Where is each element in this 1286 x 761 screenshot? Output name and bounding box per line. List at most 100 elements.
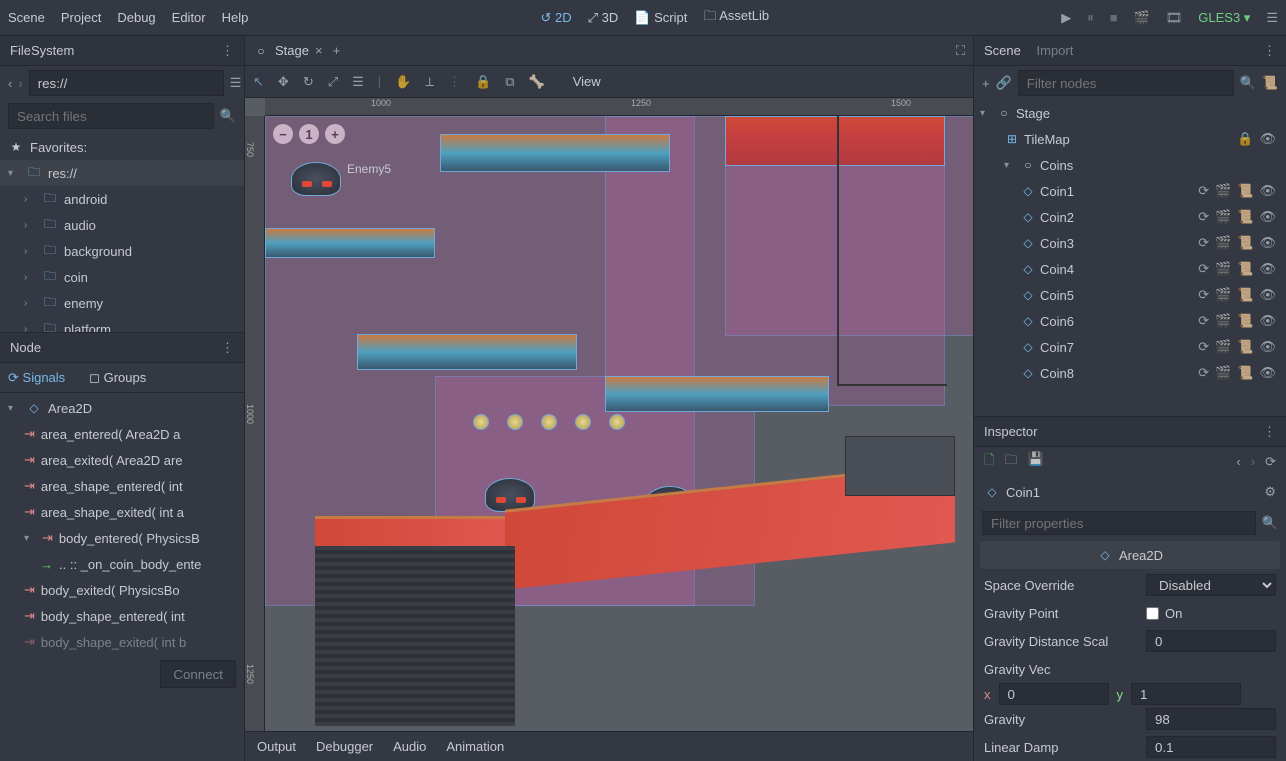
save-resource-icon[interactable]: 💾 xyxy=(1027,451,1043,473)
view-menu[interactable]: View xyxy=(573,74,601,89)
scene-node-coin[interactable]: ◇Coin3⟳🎬📜👁 xyxy=(974,230,1286,256)
signal-item[interactable]: ⇥body_exited( PhysicsBo xyxy=(0,577,244,603)
coin-sprite[interactable] xyxy=(609,414,625,430)
debugger-tab[interactable]: Debugger xyxy=(316,739,373,754)
workspace-2d[interactable]: ↺ 2D xyxy=(540,10,571,26)
gravity-vec-x-input[interactable] xyxy=(999,683,1109,705)
output-tab[interactable]: Output xyxy=(257,739,296,754)
pan-tool-icon[interactable]: ✋ xyxy=(395,74,411,90)
signal-item[interactable]: ⇥body_shape_exited( int b xyxy=(0,629,244,655)
ruler-tool-icon[interactable]: ⟂ xyxy=(425,74,434,90)
instance-scene-icon[interactable]: 🎬 xyxy=(1215,183,1231,199)
viewport-canvas[interactable]: 1000 1250 1500 750 1000 1250 − 1 + xyxy=(245,98,973,731)
res-root[interactable]: ▾🗀res:// xyxy=(0,160,244,186)
signal-item[interactable]: ⇥area_shape_exited( int a xyxy=(0,499,244,525)
add-tab-icon[interactable]: + xyxy=(333,43,341,58)
close-tab-icon[interactable]: × xyxy=(315,43,323,58)
scene-node-coin[interactable]: ◇Coin7⟳🎬📜👁 xyxy=(974,334,1286,360)
coin-sprite[interactable] xyxy=(473,414,489,430)
gravity-point-checkbox[interactable] xyxy=(1146,607,1159,620)
list-tool-icon[interactable]: ☰ xyxy=(352,74,364,90)
path-input[interactable] xyxy=(29,70,224,96)
menu-scene[interactable]: Scene xyxy=(8,10,45,25)
menu-editor[interactable]: Editor xyxy=(172,10,206,25)
import-dock-tab[interactable]: Import xyxy=(1037,43,1074,58)
fs-folder[interactable]: ›🗀enemy xyxy=(0,290,244,316)
lock-icon[interactable]: 🔒 xyxy=(475,74,491,90)
fs-folder[interactable]: ›🗀audio xyxy=(0,212,244,238)
history-menu-icon[interactable]: ⟳ xyxy=(1265,454,1276,470)
attach-script-icon[interactable]: 📜 xyxy=(1262,75,1278,91)
signal-connection[interactable]: →.. :: _on_coin_body_ente xyxy=(0,551,244,577)
gravity-input[interactable] xyxy=(1146,708,1276,730)
pause-icon[interactable]: ⏸ xyxy=(1087,10,1094,26)
scene-node-coins[interactable]: ▾○Coins xyxy=(974,152,1286,178)
new-resource-icon[interactable]: 🗋 xyxy=(984,451,994,473)
instance-icon[interactable]: 🔗 xyxy=(996,75,1012,91)
signal-root[interactable]: ▾◇Area2D xyxy=(0,395,244,421)
scene-node-coin[interactable]: ◇Coin6⟳🎬📜👁 xyxy=(974,308,1286,334)
load-resource-icon[interactable]: 🗀 xyxy=(1004,451,1017,473)
split-mode-icon[interactable]: ☰ xyxy=(230,75,242,91)
bone-icon[interactable]: 🦴 xyxy=(529,74,545,90)
signal-icon[interactable]: ⟳ xyxy=(1198,183,1209,199)
signals-tab[interactable]: ⟳ Signals xyxy=(8,370,65,386)
dock-options-icon[interactable]: ⋮ xyxy=(221,340,234,356)
distraction-free-icon[interactable]: ⛶ xyxy=(956,43,965,59)
coin-sprite[interactable] xyxy=(507,414,523,430)
signal-item[interactable]: ⇥area_entered( Area2D a xyxy=(0,421,244,447)
visibility-icon[interactable]: 👁 xyxy=(1259,183,1276,199)
search-icon[interactable]: 🔍 xyxy=(220,108,236,124)
enemy-sprite[interactable] xyxy=(291,162,341,196)
signal-item[interactable]: ⇥area_shape_entered( int xyxy=(0,473,244,499)
add-node-icon[interactable]: + xyxy=(982,76,990,91)
search-icon[interactable]: 🔍 xyxy=(1240,75,1256,91)
fs-folder[interactable]: ›🗀coin xyxy=(0,264,244,290)
fs-folder[interactable]: ›🗀platform xyxy=(0,316,244,332)
coin-sprite[interactable] xyxy=(541,414,557,430)
play-custom-icon[interactable]: 🎞 xyxy=(1166,10,1183,26)
class-header[interactable]: ◇Area2D xyxy=(980,541,1280,569)
scene-tab[interactable]: ○Stage × xyxy=(253,43,323,59)
search-icon[interactable]: 🔍 xyxy=(1262,515,1278,531)
properties-options-icon[interactable]: ⚙ xyxy=(1264,484,1276,500)
signal-item[interactable]: ▾⇥body_entered( PhysicsB xyxy=(0,525,244,551)
scene-node-root[interactable]: ▾○Stage xyxy=(974,100,1286,126)
play-scene-icon[interactable]: 🎬 xyxy=(1134,10,1150,26)
group-icon[interactable]: ⧉ xyxy=(505,74,514,90)
history-back-icon[interactable]: ‹ xyxy=(1236,454,1240,470)
inspector-tab[interactable]: Inspector xyxy=(984,424,1037,439)
stop-icon[interactable]: ■ xyxy=(1110,10,1118,25)
gravity-vec-y-input[interactable] xyxy=(1131,683,1241,705)
move-tool-icon[interactable]: ✥ xyxy=(278,74,289,90)
scene-dock-tab[interactable]: Scene xyxy=(984,43,1021,58)
signal-item[interactable]: ⇥body_shape_entered( int xyxy=(0,603,244,629)
workspace-script[interactable]: 📄 Script xyxy=(634,10,687,26)
groups-tab[interactable]: ◻ Groups xyxy=(89,370,146,386)
scene-node-coin[interactable]: ◇Coin8⟳🎬📜👁 xyxy=(974,360,1286,386)
dock-options-icon[interactable]: ⋮ xyxy=(221,43,234,59)
fs-folder[interactable]: ›🗀background xyxy=(0,238,244,264)
nav-fwd-icon[interactable]: › xyxy=(18,76,22,91)
scale-tool-icon[interactable]: ⤢ xyxy=(328,74,338,90)
menu-debug[interactable]: Debug xyxy=(117,10,155,25)
scene-node-coin[interactable]: ◇Coin2⟳🎬📜👁 xyxy=(974,204,1286,230)
menu-icon[interactable]: ☰ xyxy=(1266,10,1278,26)
filesystem-tab[interactable]: FileSystem xyxy=(10,43,74,58)
audio-tab[interactable]: Audio xyxy=(393,739,426,754)
rotate-tool-icon[interactable]: ↻ xyxy=(303,74,314,90)
menu-project[interactable]: Project xyxy=(61,10,101,25)
play-icon[interactable]: ▶ xyxy=(1061,10,1071,26)
space-override-select[interactable]: Disabled xyxy=(1146,574,1276,596)
script-icon[interactable]: 📜 xyxy=(1237,183,1253,199)
linear-damp-input[interactable] xyxy=(1146,736,1276,758)
workspace-assetlib[interactable]: 🗀 AssetLib xyxy=(703,7,769,29)
filter-properties-input[interactable] xyxy=(982,511,1256,535)
connect-button[interactable]: Connect xyxy=(160,660,236,688)
visibility-icon[interactable]: 👁 xyxy=(1259,131,1276,147)
scene-node-tilemap[interactable]: ⊞TileMap🔒👁 xyxy=(974,126,1286,152)
nav-back-icon[interactable]: ‹ xyxy=(8,76,12,91)
dock-options-icon[interactable]: ⋮ xyxy=(1263,43,1276,59)
scene-node-coin[interactable]: ◇Coin1⟳🎬📜👁 xyxy=(974,178,1286,204)
filter-nodes-input[interactable] xyxy=(1018,70,1234,96)
